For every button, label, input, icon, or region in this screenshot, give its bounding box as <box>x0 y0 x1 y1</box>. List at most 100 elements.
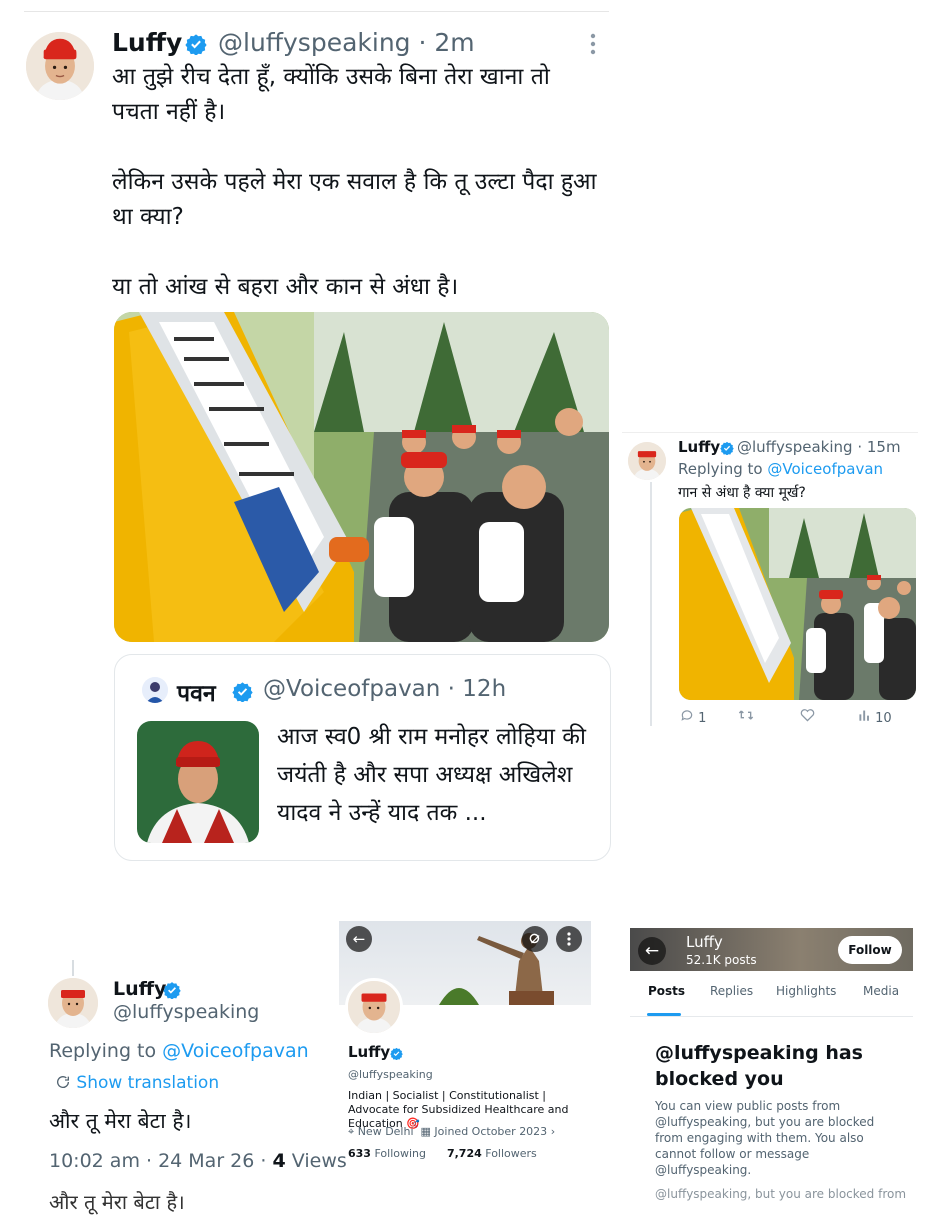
tweet-text: आ तुझे रीच देता हूँ, क्योंकि उसके बिना त… <box>112 64 597 300</box>
quoted-avatar[interactable] <box>142 677 168 703</box>
back-arrow-icon: ← <box>644 941 660 961</box>
following-count: 633 <box>348 1147 371 1160</box>
author-name[interactable]: Luffy <box>678 438 720 456</box>
repost-icon[interactable] <box>738 708 754 726</box>
show-translation-label: Show translation <box>76 1073 220 1093</box>
avatar-image <box>628 442 666 480</box>
chevron-right-icon[interactable]: › <box>551 1125 555 1138</box>
like-icon[interactable] <box>800 708 815 726</box>
tab-media[interactable]: Media <box>863 984 899 998</box>
avatar-image <box>26 32 94 100</box>
author-name-text: Luffy <box>113 978 167 1000</box>
separator-dot: · <box>857 438 863 456</box>
author-name-text: Luffy <box>678 438 721 456</box>
profile-handle: @luffyspeaking <box>348 1068 433 1081</box>
replying-to-label: Replying to <box>49 1040 157 1062</box>
back-arrow-icon: ← <box>352 930 366 948</box>
reply-icon <box>681 710 693 721</box>
avatar-image <box>48 978 98 1028</box>
tab-highlights[interactable]: Highlights <box>776 984 836 998</box>
cropped-text: और तू मेरा बेटा है। <box>49 1190 185 1214</box>
verified-badge-icon <box>185 33 207 59</box>
avatar[interactable] <box>48 978 98 1028</box>
follow-button[interactable]: Follow <box>838 936 902 964</box>
profile-name: Luffy <box>348 1043 390 1061</box>
avatar-image <box>348 981 400 1033</box>
verified-badge-icon <box>390 1045 403 1064</box>
replying-to: Replying to @Voiceofpavan <box>678 460 883 478</box>
profile-location: New Delhi <box>357 1125 414 1138</box>
avatar[interactable] <box>628 442 666 480</box>
author-name-text: Luffy <box>112 28 183 57</box>
profile-avatar[interactable] <box>345 978 403 1036</box>
profile-name-text: Luffy <box>348 1043 391 1061</box>
back-button[interactable]: ← <box>638 937 666 965</box>
search-button[interactable] <box>522 926 548 952</box>
followers-label: Followers <box>485 1147 537 1160</box>
profile-tabs: Posts Replies Highlights Media <box>630 980 913 1017</box>
header-post-count: 52.1K posts <box>686 953 757 967</box>
quoted-text: आज स्व0 श्री राम मनोहर लोहिया की जयंती ह… <box>277 724 586 826</box>
author-name[interactable]: Luffy <box>112 28 182 57</box>
verified-badge-icon <box>720 440 734 459</box>
tweet-photo[interactable] <box>114 312 609 642</box>
author-handle[interactable]: @luffyspeaking <box>737 438 853 456</box>
separator-dot: · <box>418 28 427 57</box>
quoted-author-name[interactable]: पवन <box>177 676 216 708</box>
active-tab-indicator <box>647 1013 681 1016</box>
author-handle[interactable]: @luffyspeaking <box>218 28 411 57</box>
author-name[interactable]: Luffy <box>113 978 166 1000</box>
profile-joined: Joined October 2023 <box>434 1125 548 1138</box>
header-title: Luffy <box>686 933 723 951</box>
location-icon: ⌖ <box>348 1125 355 1138</box>
top-divider <box>24 11 609 12</box>
replying-to-handle[interactable]: @Voiceofpavan <box>767 460 883 478</box>
translate-icon <box>57 1076 70 1088</box>
quoted-handle-line: @Voiceofpavan · 12h <box>263 676 506 702</box>
replying-to-label: Replying to <box>678 460 763 478</box>
quoted-time[interactable]: 12h <box>462 676 506 702</box>
blocked-message: You can view public posts from @luffyspe… <box>655 1099 875 1177</box>
following-link[interactable]: 633 Following <box>348 1147 426 1160</box>
profile-stats: 633 Following 7,724 Followers <box>348 1147 537 1160</box>
action-bar: 1 10 <box>680 708 910 728</box>
tweet-text: गान से अंधा है क्या मूर्ख? <box>678 485 806 501</box>
separator-dot: · <box>447 676 455 702</box>
replying-to-handle[interactable]: @Voiceofpavan <box>162 1040 309 1062</box>
tweet-meta: 10:02 am · 24 Mar 26 · 4 Views <box>49 1150 347 1172</box>
more-options-icon[interactable] <box>588 32 598 56</box>
blocked-heading: @luffyspeaking has blocked you <box>655 1042 863 1090</box>
quoted-handle[interactable]: @Voiceofpavan <box>263 676 440 702</box>
tweet-text: और तू मेरा बेटा है। <box>49 1109 192 1133</box>
show-translation-button[interactable]: Show translation <box>55 1073 219 1093</box>
verified-badge-icon <box>232 681 253 706</box>
reply-button[interactable]: 1 <box>680 708 706 726</box>
followers-link[interactable]: 7,724 Followers <box>447 1147 537 1160</box>
more-options-button[interactable] <box>556 926 582 952</box>
profile-meta: ⌖ New Delhi ▦ Joined October 2023 › <box>348 1125 555 1139</box>
back-button[interactable]: ← <box>346 926 372 952</box>
views-icon <box>859 710 869 721</box>
more-vertical-icon <box>567 932 571 946</box>
reply-count: 1 <box>698 711 707 726</box>
author-handle-line: @luffyspeaking · 2m <box>218 28 475 57</box>
replying-to: Replying to @Voiceofpavan <box>49 1040 309 1062</box>
post-time[interactable]: 2m <box>434 28 474 57</box>
author-handle[interactable]: @luffyspeaking <box>113 1001 259 1023</box>
avatar[interactable] <box>26 32 94 100</box>
followers-count: 7,724 <box>446 1147 482 1160</box>
tab-replies[interactable]: Replies <box>710 984 753 998</box>
quoted-thumbnail[interactable] <box>137 721 259 843</box>
views-label: Views <box>291 1150 347 1172</box>
author-handle-line: @luffyspeaking · 15m <box>737 438 901 456</box>
views-button[interactable]: 10 <box>858 708 892 726</box>
thread-line <box>72 960 74 976</box>
post-time[interactable]: 15m <box>867 438 901 456</box>
views-count: 10 <box>875 711 892 726</box>
calendar-icon: ▦ <box>420 1125 431 1138</box>
search-icon <box>529 933 540 944</box>
tweet-photo[interactable] <box>679 508 916 700</box>
post-datetime[interactable]: 10:02 am · 24 Mar 26 · <box>49 1150 266 1172</box>
tab-posts[interactable]: Posts <box>648 984 685 998</box>
views-count: 4 <box>272 1150 286 1172</box>
